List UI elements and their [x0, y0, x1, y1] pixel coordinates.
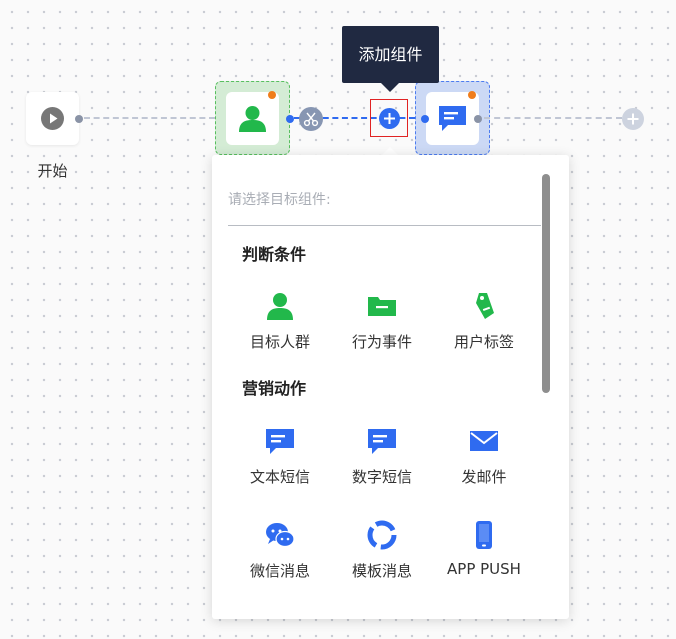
component-label: 行为事件: [351, 333, 412, 351]
cut-connection-button[interactable]: [299, 107, 323, 131]
component-wechat-message[interactable]: 微信消息: [229, 514, 331, 604]
component-text-sms[interactable]: 文本短信: [229, 420, 331, 510]
component-label: 用户标签: [453, 333, 514, 351]
component-label: 目标人群: [249, 333, 310, 351]
component-label: APP PUSH: [447, 560, 521, 578]
play-icon: [41, 107, 64, 130]
node-input-port[interactable]: [421, 115, 429, 123]
message-card[interactable]: [426, 92, 479, 145]
component-label: 发邮件: [461, 468, 507, 486]
template-icon: [367, 520, 397, 550]
connector-line: [484, 117, 622, 119]
wechat-icon: [266, 523, 295, 548]
start-output-port[interactable]: [75, 115, 83, 123]
add-component-button[interactable]: [370, 99, 408, 137]
add-component-tooltip: 添加组件: [342, 26, 439, 83]
component-label: 微信消息: [249, 562, 310, 580]
component-send-email[interactable]: 发邮件: [433, 420, 535, 510]
tooltip-arrow: [381, 83, 399, 92]
folder-icon: [368, 297, 396, 316]
section-title-actions: 营销动作: [242, 379, 307, 398]
message-icon: [439, 106, 466, 131]
start-label: 开始: [37, 162, 68, 180]
component-digital-sms[interactable]: 数字短信: [331, 420, 433, 510]
plus-circle-icon: [627, 113, 639, 125]
component-label: 数字短信: [351, 468, 412, 486]
section-title-conditions: 判断条件: [242, 245, 307, 264]
node-output-port[interactable]: [474, 115, 482, 123]
phone-icon: [476, 521, 492, 549]
user-icon: [267, 293, 293, 320]
component-behavior-event[interactable]: 行为事件: [331, 285, 433, 375]
status-badge: [268, 91, 276, 99]
start-node[interactable]: [26, 92, 79, 145]
node-output-port[interactable]: [286, 115, 294, 123]
target-group-node[interactable]: [215, 81, 290, 155]
scissors-icon: [303, 112, 319, 127]
component-label: 模板消息: [351, 562, 412, 580]
sms-icon: [266, 429, 294, 454]
target-group-card[interactable]: [226, 92, 279, 145]
end-add-button[interactable]: [622, 108, 644, 130]
component-target-group[interactable]: 目标人群: [229, 285, 331, 375]
tag-icon: [476, 293, 494, 319]
component-app-push[interactable]: APP PUSH: [433, 514, 535, 604]
popup-scrollbar[interactable]: [542, 174, 550, 393]
component-template-message[interactable]: 模板消息: [331, 514, 433, 604]
user-icon: [239, 106, 266, 132]
divider: [228, 225, 541, 226]
plus-circle-icon: [379, 108, 400, 129]
status-badge: [468, 91, 476, 99]
picker-prompt: 请选择目标组件:: [228, 192, 331, 208]
connector-line: [84, 117, 215, 119]
component-label: 文本短信: [249, 468, 310, 486]
sms-icon: [368, 429, 396, 454]
mail-icon: [470, 431, 498, 451]
component-picker-popup: 请选择目标组件: 判断条件 目标人群 行为事件 用户标签 营销动作 文本短信 数…: [212, 155, 569, 619]
component-user-tag[interactable]: 用户标签: [433, 285, 535, 375]
